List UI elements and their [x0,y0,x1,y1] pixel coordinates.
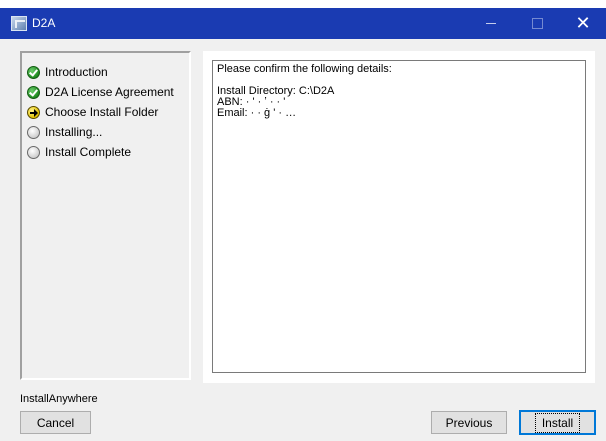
step-installing: Installing... [27,123,102,141]
step-label: Installing... [45,125,103,139]
minimize-icon [486,23,496,24]
details-textbox[interactable]: Please confirm the following details: In… [212,60,586,373]
maximize-icon [531,18,543,29]
installer-window: D2A ✕ Introduction D2A License Agreement… [0,8,606,441]
maximize-button[interactable] [514,8,560,39]
install-label: Install [534,412,581,433]
step-label: D2A License Agreement [45,85,174,99]
check-circle-icon [27,65,40,79]
step-introduction: Introduction [27,63,108,81]
minimize-button[interactable] [468,8,514,39]
step-label: Introduction [45,65,108,79]
title-bar[interactable]: D2A ✕ [0,8,606,39]
empty-circle-icon [27,145,40,159]
arrow-circle-icon [27,105,40,119]
window-title: D2A [32,16,56,30]
step-choose-install-folder: Choose Install Folder [27,103,158,121]
step-install-complete: Install Complete [27,143,131,161]
email-text: Email: · · ġ ' · … [217,107,297,119]
cancel-button[interactable]: Cancel [20,411,91,434]
cancel-label: Cancel [36,415,75,430]
details-heading: Please confirm the following details: [217,63,392,75]
install-button[interactable]: Install [519,410,596,435]
previous-label: Previous [445,415,493,430]
close-button[interactable]: ✕ [560,8,606,39]
steps-panel: Introduction D2A License Agreement Choos… [20,51,191,380]
step-license-agreement: D2A License Agreement [27,83,174,101]
step-label: Install Complete [45,145,132,159]
previous-button[interactable]: Previous [431,411,507,434]
installanywhere-label: InstallAnywhere [20,393,98,405]
check-circle-icon [27,85,40,99]
close-icon: ✕ [575,12,591,34]
app-icon [11,16,27,31]
empty-circle-icon [27,125,40,139]
content-panel: Please confirm the following details: In… [203,51,595,383]
step-label: Choose Install Folder [45,105,159,119]
